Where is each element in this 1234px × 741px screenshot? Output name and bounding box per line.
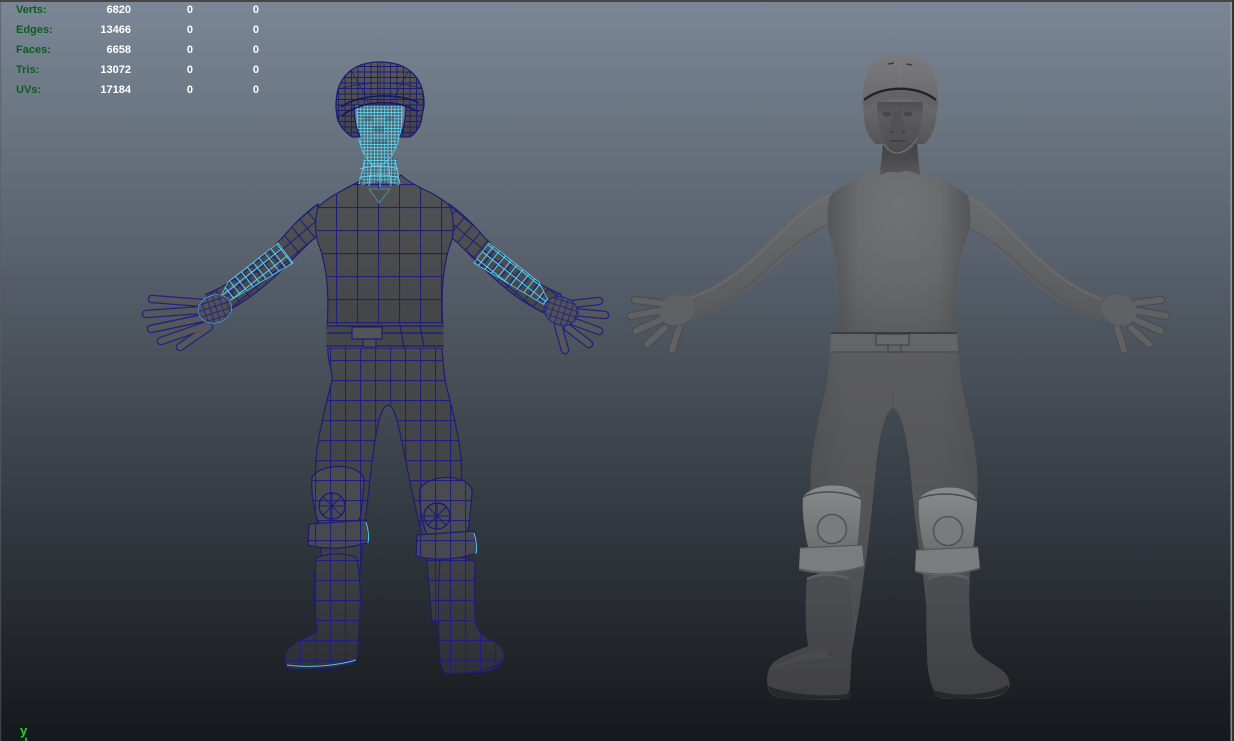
svg-text:0: 0 (253, 84, 259, 96)
svg-text:13466: 13466 (100, 24, 131, 36)
svg-text:0: 0 (187, 64, 193, 76)
svg-text:0: 0 (253, 24, 259, 36)
svg-text:0: 0 (253, 4, 259, 16)
svg-text:Verts:: Verts: (16, 4, 47, 16)
svg-text:0: 0 (187, 84, 193, 96)
svg-text:Edges:: Edges: (16, 24, 53, 36)
svg-text:0: 0 (253, 44, 259, 56)
svg-text:y: y (20, 723, 28, 738)
svg-text:0: 0 (253, 64, 259, 76)
svg-text:0: 0 (187, 24, 193, 36)
svg-text:UVs:: UVs: (16, 84, 41, 96)
svg-text:6658: 6658 (107, 44, 131, 56)
svg-text:6820: 6820 (107, 4, 131, 16)
svg-text:Tris:: Tris: (16, 64, 39, 76)
svg-text:Faces:: Faces: (16, 44, 51, 56)
svg-text:0: 0 (187, 44, 193, 56)
svg-text:0: 0 (187, 4, 193, 16)
svg-text:13072: 13072 (100, 64, 131, 76)
svg-text:17184: 17184 (100, 84, 131, 96)
